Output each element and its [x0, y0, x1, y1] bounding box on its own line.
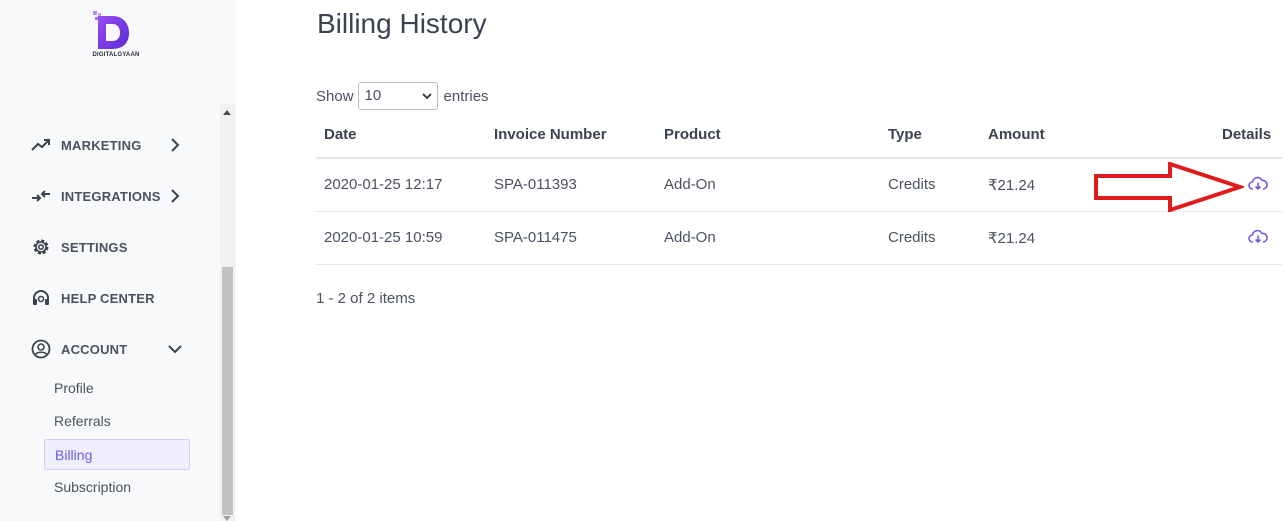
pagination-info: 1 - 2 of 2 items [316, 290, 416, 307]
chevron-down-icon [168, 345, 182, 354]
subnav-item-profile[interactable]: Profile [44, 373, 190, 404]
column-header-product[interactable]: Product [664, 126, 721, 143]
column-header-date[interactable]: Date [324, 126, 357, 143]
logo-d-icon [93, 11, 129, 49]
column-header-type[interactable]: Type [888, 126, 922, 143]
chevron-right-icon [171, 189, 180, 203]
chevron-right-icon [171, 138, 180, 152]
cell-type: Credits [888, 229, 936, 246]
column-header-details[interactable]: Details [1222, 126, 1271, 143]
brand-logo[interactable]: DIGITALGYAAN [88, 8, 144, 64]
logo-text: DIGITALGYAAN [92, 52, 140, 58]
sidebar-item-marketing[interactable]: MARKETING [30, 126, 190, 164]
cloud-download-icon[interactable] [1248, 176, 1268, 192]
cell-product: Add-On [664, 229, 716, 246]
table-header: Date Invoice Number Product Type Amount … [316, 114, 1282, 159]
table-row: 2020-01-25 10:59 SPA-011475 Add-On Credi… [316, 212, 1282, 265]
subnav-item-billing[interactable]: Billing [44, 439, 190, 470]
scrollbar-thumb[interactable] [222, 267, 233, 515]
cell-date: 2020-01-25 12:17 [324, 176, 443, 193]
entries-control: Show 10 entries [316, 82, 489, 110]
sidebar-item-account[interactable]: ACCOUNT [30, 330, 190, 368]
sidebar-item-integrations[interactable]: INTEGRATIONS [30, 177, 190, 215]
sidebar-item-label: ACCOUNT [61, 341, 128, 357]
scroll-up-icon[interactable] [223, 110, 231, 115]
cell-invoice: SPA-011393 [494, 176, 577, 193]
swap-arrows-icon [30, 185, 52, 207]
sidebar-item-label: MARKETING [61, 137, 142, 153]
column-header-invoice-number[interactable]: Invoice Number [494, 126, 607, 143]
entries-select[interactable]: 10 [357, 82, 438, 110]
cell-amount: ₹21.24 [988, 177, 1036, 194]
sidebar-item-help-center[interactable]: HELP CENTER [30, 279, 190, 317]
sidebar-item-label: INTEGRATIONS [61, 188, 161, 204]
cell-product: Add-On [664, 176, 716, 193]
column-header-amount[interactable]: Amount [988, 126, 1045, 143]
user-circle-icon [30, 338, 52, 360]
cell-amount: ₹21.24 [988, 230, 1036, 247]
show-label: Show [316, 87, 354, 105]
sidebar: DIGITALGYAAN MARKETING INTEGRATIONS SETT… [0, 0, 236, 521]
sidebar-item-label: SETTINGS [61, 239, 128, 255]
sidebar-item-settings[interactable]: SETTINGS [30, 228, 190, 266]
page-title: Billing History [317, 8, 487, 39]
sidebar-item-label: HELP CENTER [61, 290, 155, 306]
headset-icon [30, 287, 52, 309]
cell-type: Credits [888, 176, 936, 193]
trending-up-icon [30, 134, 52, 156]
cell-invoice: SPA-011475 [494, 229, 577, 246]
subnav-item-subscription[interactable]: Subscription [44, 472, 190, 503]
subnav-item-referrals[interactable]: Referrals [44, 406, 190, 437]
arrow-right-icon [1094, 162, 1244, 212]
entries-select-value: 10 [364, 87, 382, 104]
chevron-down-icon [421, 93, 432, 100]
scroll-down-icon[interactable] [223, 516, 231, 521]
cloud-download-icon[interactable] [1248, 229, 1268, 245]
entries-label: entries [443, 87, 489, 105]
gear-icon [30, 236, 52, 258]
cell-date: 2020-01-25 10:59 [324, 229, 443, 246]
